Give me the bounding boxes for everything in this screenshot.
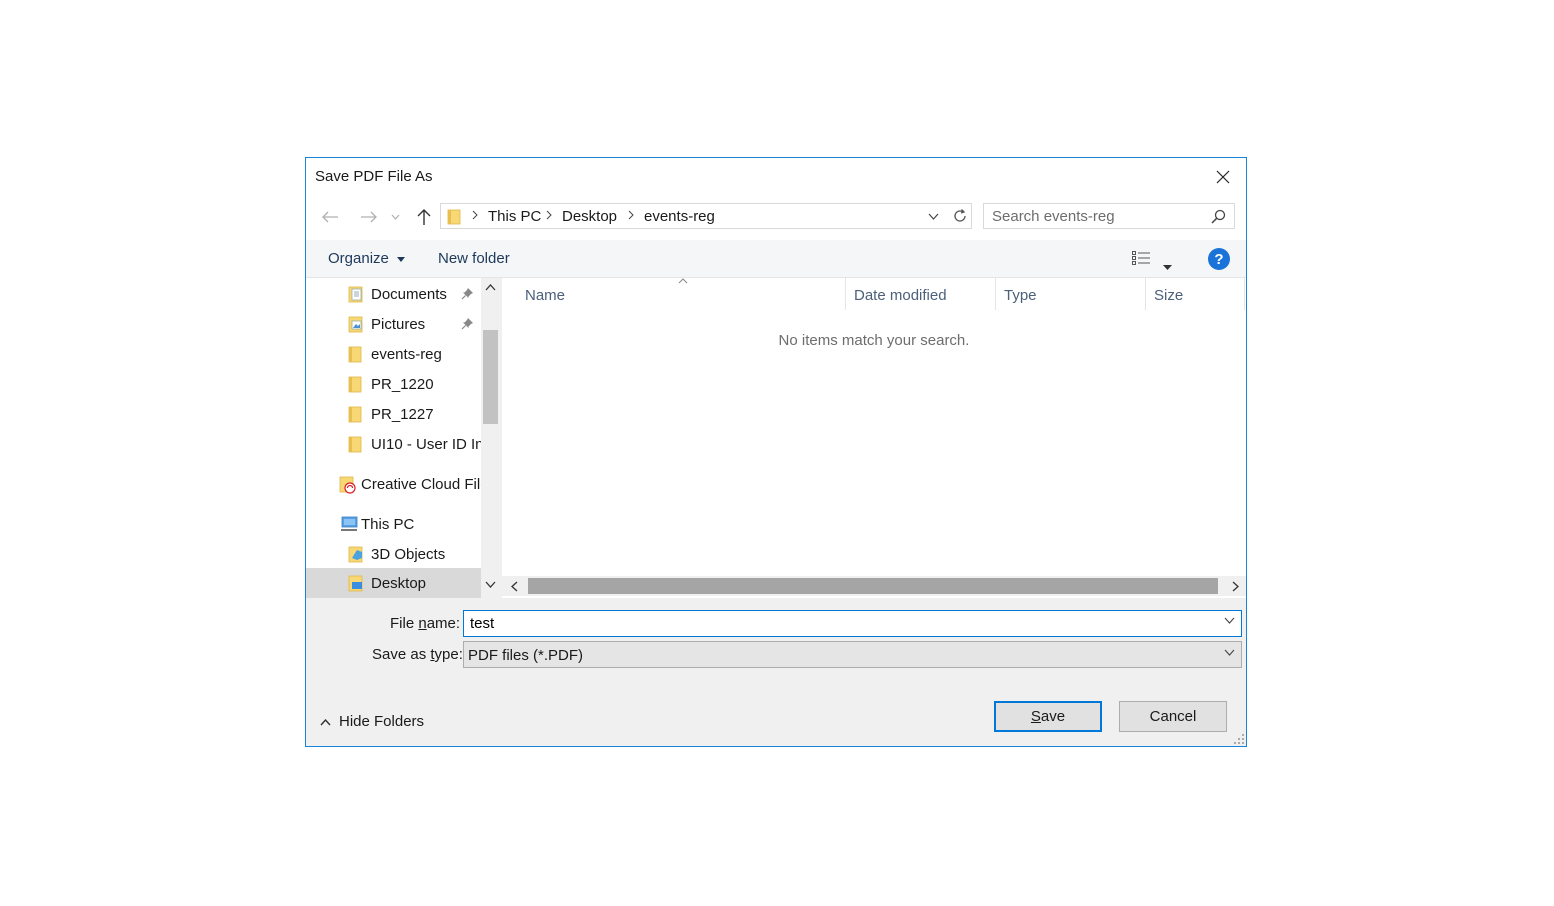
navigation-pane: Documents Pictures events-reg PR_1220 PR…: [306, 278, 500, 598]
creative-cloud-icon: [339, 476, 356, 494]
pictures-folder-icon: [348, 316, 363, 333]
back-arrow-icon: [322, 211, 338, 223]
hide-folders-button[interactable]: Hide Folders: [320, 713, 424, 730]
address-dropdown-icon[interactable]: [928, 213, 939, 220]
address-bar[interactable]: This PC Desktop events-reg: [440, 203, 971, 229]
view-options-button[interactable]: [1132, 251, 1150, 269]
resize-grip-icon[interactable]: [1234, 734, 1244, 744]
save-button[interactable]: Save: [994, 701, 1102, 732]
close-icon: [1216, 170, 1230, 184]
back-button[interactable]: [319, 206, 341, 228]
nav-scroll-thumb[interactable]: [483, 330, 498, 424]
documents-folder-icon: [348, 286, 363, 303]
folder-icon: [348, 406, 362, 423]
up-button[interactable]: [413, 206, 435, 228]
folder-icon: [348, 436, 362, 453]
up-arrow-icon: [417, 208, 431, 225]
view-dropdown-button[interactable]: [1163, 257, 1172, 274]
chevron-right-icon: [546, 210, 552, 220]
search-input[interactable]: [992, 207, 1202, 225]
nav-item-ui10[interactable]: UI10 - User ID In: [306, 429, 481, 459]
details-view-icon: [1132, 251, 1150, 265]
save-as-type-label: Save as type:: [372, 646, 463, 663]
new-folder-button[interactable]: New folder: [438, 250, 510, 267]
forward-arrow-icon: [361, 211, 377, 223]
scroll-up-icon[interactable]: [485, 284, 496, 291]
nav-item-events-reg[interactable]: events-reg: [306, 339, 481, 369]
pin-icon: [461, 318, 473, 330]
chevron-right-icon: [628, 210, 634, 220]
breadcrumb-this-pc[interactable]: This PC: [488, 208, 541, 225]
nav-item-this-pc[interactable]: This PC: [306, 509, 481, 539]
column-header-name[interactable]: Name: [517, 278, 847, 310]
column-header-date-modified[interactable]: Date modified: [846, 278, 996, 310]
column-header-type[interactable]: Type: [996, 278, 1146, 310]
nav-item-desktop[interactable]: Desktop: [306, 568, 481, 598]
title-bar: Save PDF File As: [306, 158, 1246, 196]
column-header-size[interactable]: Size: [1146, 278, 1244, 310]
nav-item-documents[interactable]: Documents: [306, 279, 481, 309]
nav-item-3d-objects[interactable]: 3D Objects: [306, 539, 481, 569]
chevron-right-icon: [472, 210, 478, 220]
organize-button[interactable]: Organize: [328, 250, 406, 267]
cancel-button[interactable]: Cancel: [1119, 701, 1227, 732]
address-row: This PC Desktop events-reg: [306, 196, 1246, 240]
file-name-label: File name:: [390, 615, 461, 632]
folder-icon: [348, 376, 362, 393]
column-separator[interactable]: [1244, 278, 1245, 310]
recent-locations-button[interactable]: [388, 206, 402, 228]
refresh-button[interactable]: [948, 203, 972, 229]
close-button[interactable]: [1200, 158, 1246, 196]
file-name-combobox[interactable]: [463, 610, 1242, 637]
breadcrumb-events-reg[interactable]: events-reg: [644, 208, 715, 225]
chevron-down-icon: [1224, 649, 1235, 656]
hscroll-thumb[interactable]: [528, 578, 1218, 594]
3d-objects-icon: [348, 546, 363, 563]
dialog-title: Save PDF File As: [315, 168, 433, 185]
save-as-type-value: PDF files (*.PDF): [468, 647, 584, 664]
help-button[interactable]: ?: [1208, 248, 1230, 270]
nav-item-pr-1220[interactable]: PR_1220: [306, 369, 481, 399]
pin-icon: [461, 288, 473, 300]
chevron-up-icon: [320, 718, 331, 725]
caret-down-icon: [1163, 265, 1172, 270]
save-dialog: Save PDF File As This PC Desktop events-…: [305, 157, 1247, 747]
command-bar: Organize New folder ?: [306, 240, 1246, 278]
save-as-type-select[interactable]: PDF files (*.PDF): [463, 641, 1242, 668]
empty-message: No items match your search.: [778, 332, 970, 349]
search-icon: [1211, 209, 1226, 224]
file-list: Name Date modified Type Size No items ma…: [502, 278, 1246, 598]
nav-item-creative-cloud[interactable]: Creative Cloud File: [306, 469, 481, 499]
forward-button[interactable]: [358, 206, 380, 228]
breadcrumb-desktop[interactable]: Desktop: [562, 208, 617, 225]
computer-icon: [341, 516, 358, 531]
help-icon: ?: [1214, 250, 1224, 268]
desktop-folder-icon: [348, 575, 363, 592]
file-list-hscrollbar[interactable]: [502, 576, 1246, 596]
folder-icon: [348, 346, 362, 363]
scroll-down-icon[interactable]: [485, 581, 496, 588]
chevron-down-icon: [391, 214, 399, 220]
nav-scrollbar[interactable]: [481, 278, 500, 598]
nav-item-pr-1227[interactable]: PR_1227: [306, 399, 481, 429]
folder-icon: [447, 209, 461, 225]
search-box[interactable]: [983, 203, 1235, 229]
nav-item-pictures[interactable]: Pictures: [306, 309, 481, 339]
scroll-left-icon[interactable]: [511, 581, 518, 592]
chevron-down-icon[interactable]: [1224, 617, 1235, 624]
organize-label: Organize: [328, 250, 389, 267]
file-name-field[interactable]: [470, 614, 1210, 633]
scroll-right-icon[interactable]: [1232, 581, 1239, 592]
refresh-icon: [953, 209, 966, 222]
caret-down-icon: [397, 256, 406, 262]
